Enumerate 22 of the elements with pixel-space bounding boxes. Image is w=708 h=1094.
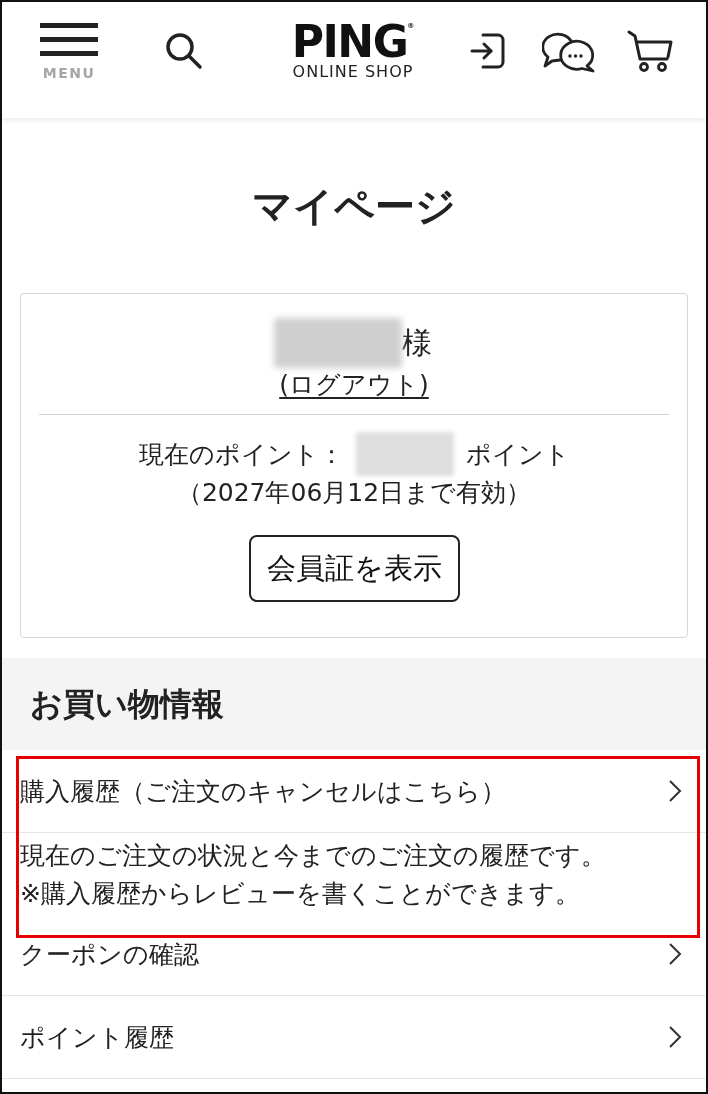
honorific-text: 様: [402, 324, 432, 362]
chevron-right-icon: [668, 942, 682, 966]
points-label: 現在のポイント：: [138, 438, 344, 471]
login-icon[interactable]: [469, 32, 506, 70]
logo-subtitle: ONLINE SHOP: [292, 62, 414, 81]
points-unit: ポイント: [465, 438, 570, 471]
page-title: マイページ: [252, 182, 456, 230]
logout-link[interactable]: (ログアウト): [279, 369, 429, 400]
chevron-right-icon: [668, 779, 682, 803]
menu-list-item[interactable]: ポイント履歴: [2, 996, 706, 1079]
logo-wordmark[interactable]: PING$^{®}$: [291, 21, 415, 62]
description-text: ※購入履歴からレビューを書くことができます。: [20, 878, 581, 910]
search-icon[interactable]: [165, 32, 203, 70]
menu-list-item[interactable]: 購入履歴（ご注文のキャンセルはこちら）: [2, 750, 706, 833]
member-card-button[interactable]: 会員証を表示: [248, 535, 460, 602]
chevron-right-icon: [668, 1025, 682, 1049]
menu-list-item[interactable]: クーポンの確認: [2, 913, 706, 996]
points-expiry-text: （2027年06月12日まで有効）: [176, 477, 532, 509]
description-text: 現在のご注文の状況と今までのご注文の履歴です。: [20, 840, 607, 872]
section-title: お買い物情報: [30, 684, 224, 724]
menu-icon: [40, 22, 98, 56]
cart-icon[interactable]: [627, 29, 673, 73]
